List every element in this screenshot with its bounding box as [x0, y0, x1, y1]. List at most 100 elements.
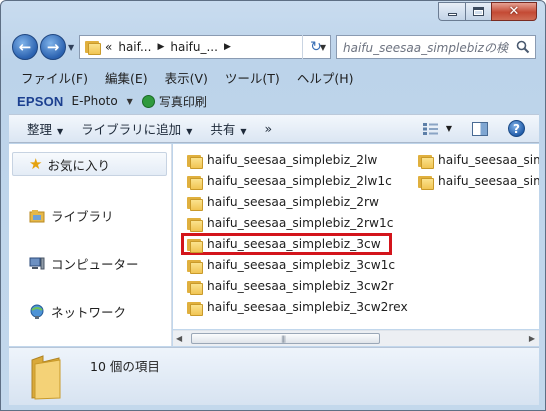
maximize-button[interactable] — [465, 2, 491, 21]
ephoto-button[interactable]: E-Photo — [72, 94, 118, 108]
computer-icon — [29, 257, 45, 269]
item-count: 10 個の項目 — [90, 359, 160, 374]
menu-view[interactable]: 表示(V) — [165, 68, 208, 87]
horizontal-scrollbar[interactable]: ◀ ||| ▶ — [173, 330, 539, 346]
list-item[interactable]: haifu_seesaa_simplebiz_2rw1c — [187, 214, 393, 232]
explorer-window: ✕ ← → ▼ « haif... ▶ haifu_... ▶ ▼ ↻ haif… — [0, 0, 546, 411]
menu-help[interactable]: ヘルプ(H) — [297, 68, 354, 87]
list-item[interactable]: haifu_seesaa_simplebiz_3cw1c — [187, 256, 395, 274]
search-icon[interactable] — [516, 40, 530, 54]
back-arrow-icon: ← — [18, 38, 32, 56]
file-name: haifu_seesaa_simplebiz_3cw — [207, 237, 381, 251]
epson-logo: EPSON — [17, 93, 64, 109]
view-dropdown-icon[interactable]: ▼ — [446, 124, 452, 133]
organize-label: 整理 — [27, 122, 53, 137]
navigation-pane: ★ お気に入り ライブラリ コンピューター ネットワーク — [9, 144, 172, 346]
folder-icon — [418, 175, 434, 190]
address-bar[interactable]: « haif... ▶ haifu_... ▶ ▼ — [79, 35, 331, 59]
chevron-down-icon: ▼ — [240, 127, 247, 136]
folder-icon — [85, 40, 101, 55]
breadcrumb-current[interactable]: haifu_... — [170, 40, 218, 54]
breadcrumb-overflow[interactable]: « — [105, 40, 112, 54]
folder-icon — [187, 175, 203, 190]
preview-pane-icon[interactable] — [472, 121, 488, 136]
network-icon — [30, 304, 44, 319]
folder-icon — [187, 301, 203, 316]
breadcrumb-parent[interactable]: haif... — [118, 40, 151, 54]
recent-pages-dropdown[interactable]: ▼ — [68, 43, 74, 52]
back-button[interactable]: ← — [12, 34, 38, 60]
nav-computer[interactable]: コンピューター — [29, 254, 139, 273]
list-item[interactable]: haifu_seesaa_sim — [418, 151, 539, 169]
nav-network[interactable]: ネットワーク — [29, 302, 126, 321]
nav-favorites[interactable]: ★ お気に入り — [12, 152, 167, 176]
menu-file[interactable]: ファイル(F) — [21, 68, 88, 87]
share-label: 共有 — [210, 122, 236, 137]
search-box[interactable]: haifu_seesaa_simplebizの検索 — [336, 35, 536, 59]
chevron-down-icon: ▼ — [57, 127, 64, 136]
maximize-icon — [473, 7, 484, 16]
file-name: haifu_seesaa_simplebiz_3cw1c — [207, 258, 396, 272]
add-to-library-button[interactable]: ライブラリに追加 ▼ — [81, 119, 192, 138]
scroll-left-icon[interactable]: ◀ — [176, 334, 182, 343]
photo-print-icon[interactable] — [141, 94, 155, 108]
list-item[interactable]: haifu_seesaa_simplebiz_2lw1c — [187, 172, 392, 190]
chevron-right-icon[interactable]: ▶ — [224, 42, 231, 52]
details-pane: 10 個の項目 — [9, 347, 539, 405]
ephoto-dropdown-icon[interactable]: ▼ — [127, 97, 133, 106]
folder-icon — [187, 259, 203, 274]
list-item[interactable]: haifu_seesaa_simplebiz_3cw2r — [187, 277, 393, 295]
help-icon[interactable]: ? — [508, 120, 525, 137]
nav-network-label: ネットワーク — [51, 305, 127, 320]
address-row: ← → ▼ « haif... ▶ haifu_... ▶ ▼ ↻ haifu_… — [1, 31, 545, 63]
menu-tools[interactable]: ツール(T) — [225, 68, 280, 87]
folder-icon — [418, 154, 434, 169]
list-item[interactable]: haifu_seesaa_simplebiz_3cw2rex — [187, 298, 408, 316]
file-name: haifu_seesaa_simplebiz_3cw2rex — [207, 300, 408, 314]
scroll-right-icon[interactable]: ▶ — [529, 334, 535, 343]
folder-large-icon — [31, 355, 61, 400]
forward-button[interactable]: → — [40, 34, 66, 60]
file-name: haifu_seesaa_simplebiz_3cw2r — [207, 279, 394, 293]
chevron-down-icon: ▼ — [186, 127, 193, 136]
more-commands-button[interactable]: » — [265, 121, 273, 136]
file-list: haifu_seesaa_simplebiz_2lw haifu_seesaa_… — [173, 144, 539, 329]
file-name: haifu_seesaa_simplebiz_2rw — [207, 195, 379, 209]
folder-icon — [187, 238, 203, 253]
close-button[interactable]: ✕ — [491, 2, 537, 21]
epson-toolbar: EPSON E-Photo ▼ 写真印刷 — [9, 90, 539, 112]
library-icon — [29, 209, 45, 222]
refresh-button[interactable]: ↻ — [302, 35, 329, 59]
photo-print-button[interactable]: 写真印刷 — [159, 93, 207, 110]
menu-bar: ファイル(F) 編集(E) 表示(V) ツール(T) ヘルプ(H) — [9, 65, 539, 89]
file-name: haifu_seesaa_simplebiz_2rw1c — [207, 216, 394, 230]
folder-icon — [187, 280, 203, 295]
folder-icon — [187, 196, 203, 211]
organize-button[interactable]: 整理 ▼ — [27, 119, 63, 138]
grip-icon: ||| — [281, 335, 286, 343]
nav-libraries[interactable]: ライブラリ — [29, 206, 114, 225]
list-item[interactable]: haifu_seesaa_simplebiz_3cw — [187, 235, 381, 253]
file-name: haifu_seesaa_sim — [438, 153, 539, 167]
add-to-library-label: ライブラリに追加 — [81, 122, 182, 137]
minimize-button[interactable] — [438, 2, 465, 21]
menu-edit[interactable]: 編集(E) — [105, 68, 148, 87]
view-options-icon[interactable] — [422, 122, 440, 136]
list-item[interactable]: haifu_seesaa_simplebiz_2rw — [187, 193, 379, 211]
share-button[interactable]: 共有 ▼ — [210, 119, 246, 138]
toolbar-right: ▼ ? — [422, 115, 539, 142]
close-icon: ✕ — [508, 4, 520, 19]
nav-computer-label: コンピューター — [51, 257, 139, 272]
refresh-icon: ↻ — [310, 39, 322, 55]
scroll-thumb[interactable]: ||| — [191, 333, 380, 344]
list-item[interactable]: haifu_seesaa_simplebiz_2lw — [187, 151, 377, 169]
file-name: haifu_seesaa_simplebiz_2lw — [207, 153, 378, 167]
star-icon: ★ — [29, 154, 43, 173]
nav-libraries-label: ライブラリ — [51, 209, 114, 224]
file-name: haifu_seesaa_simplebiz_2lw1c — [207, 174, 392, 188]
search-input[interactable]: haifu_seesaa_simplebizの検索 — [337, 39, 509, 56]
file-name: haifu_seesaa_sim — [438, 174, 539, 188]
forward-arrow-icon: → — [46, 38, 60, 56]
list-item[interactable]: haifu_seesaa_sim — [418, 172, 539, 190]
chevron-right-icon[interactable]: ▶ — [157, 42, 164, 52]
